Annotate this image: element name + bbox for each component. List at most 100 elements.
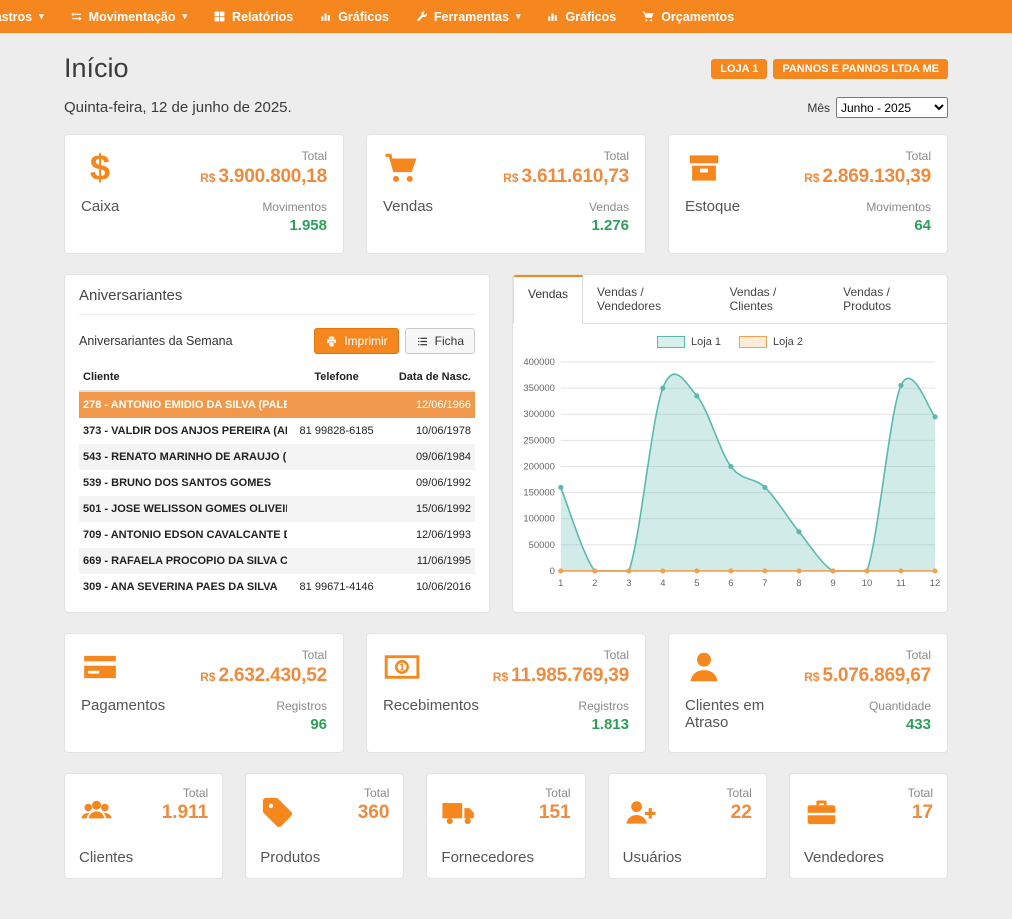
tab-vendas-vendedores[interactable]: Vendas / Vendedores bbox=[583, 275, 716, 323]
table-row[interactable]: 278 - ANTONIO EMIDIO DA SILVA (PALE…12/0… bbox=[79, 391, 475, 418]
svg-text:400000: 400000 bbox=[523, 357, 555, 368]
table-row[interactable]: 539 - BRUNO DOS SANTOS GOMES09/06/1992 bbox=[79, 470, 475, 496]
birthdays-panel: Aniversariantes Aniversariantes da Seman… bbox=[64, 274, 490, 613]
nav-item-movimentacao[interactable]: Movimentação ▾ bbox=[57, 0, 200, 33]
nav-item-label: Orçamentos bbox=[661, 10, 734, 24]
secondary-label: Registros bbox=[578, 699, 629, 713]
secondary-label: Movimentos bbox=[866, 200, 931, 214]
stat-card-label: Recebimentos bbox=[383, 697, 479, 714]
table-row[interactable]: 543 - RENATO MARINHO DE ARAUJO (F…09/06/… bbox=[79, 444, 475, 470]
cell-telefone bbox=[287, 391, 386, 418]
nav-item-label: Gráficos bbox=[338, 10, 389, 24]
cell-cliente: 669 - RAFAELA PROCOPIO DA SILVA CA… bbox=[79, 548, 287, 574]
total-label: Total bbox=[302, 648, 327, 662]
tag-icon bbox=[260, 795, 295, 830]
total-label: Total bbox=[545, 786, 570, 800]
nav-item-graficos[interactable]: Gráficos bbox=[306, 0, 402, 33]
nav-item-label: Movimentação bbox=[89, 10, 176, 24]
count-card-label: Produtos bbox=[260, 849, 389, 866]
count-card-usuarios: Total 22 Usuários bbox=[608, 773, 767, 879]
cell-data: 10/06/1978 bbox=[386, 418, 475, 444]
total-value: R$2.869.130,39 bbox=[804, 166, 931, 188]
count-value: 360 bbox=[358, 802, 390, 824]
cell-cliente: 373 - VALDIR DOS ANJOS PEREIRA (AN… bbox=[79, 418, 287, 444]
cart-icon bbox=[642, 10, 655, 23]
current-date: Quinta-feira, 12 de junho de 2025. bbox=[64, 99, 292, 116]
table-row[interactable]: 709 - ANTONIO EDSON CAVALCANTE D…12/06/1… bbox=[79, 522, 475, 548]
secondary-value: 96 bbox=[310, 716, 327, 733]
svg-text:7: 7 bbox=[762, 578, 767, 589]
svg-text:250000: 250000 bbox=[523, 435, 555, 446]
birthdays-table: Cliente Telefone Data de Nasc. 278 - ANT… bbox=[79, 364, 475, 600]
loja2-swatch bbox=[739, 336, 767, 348]
nav-item-graficos-2[interactable]: Gráficos bbox=[533, 0, 629, 33]
main-content: Início LOJA 1 PANNOS E PANNOS LTDA ME Qu… bbox=[0, 53, 1012, 919]
nav-item-label: Gráficos bbox=[565, 10, 616, 24]
tab-vendas[interactable]: Vendas bbox=[513, 275, 583, 324]
birthdays-title: Aniversariantes bbox=[79, 287, 475, 315]
svg-text:4: 4 bbox=[660, 578, 665, 589]
tab-vendas-produtos[interactable]: Vendas / Produtos bbox=[829, 275, 947, 323]
total-label: Total bbox=[906, 648, 931, 662]
secondary-label: Registros bbox=[276, 699, 327, 713]
stat-card-estoque: Estoque Total R$2.869.130,39 Movimentos … bbox=[668, 134, 948, 254]
count-card-label: Fornecedores bbox=[441, 849, 570, 866]
tab-vendas-clientes[interactable]: Vendas / Clientes bbox=[716, 275, 830, 323]
total-value: R$2.632.430,52 bbox=[200, 665, 327, 687]
stat-card-clientes-em-atraso: Clientes em Atraso Total R$5.076.869,67 … bbox=[668, 633, 948, 753]
cell-data: 15/06/1992 bbox=[386, 496, 475, 522]
secondary-label: Vendas bbox=[589, 200, 629, 214]
cell-telefone bbox=[287, 470, 386, 496]
cart-icon bbox=[383, 149, 421, 187]
table-row[interactable]: 501 - JOSE WELISSON GOMES OLIVEIR…15/06/… bbox=[79, 496, 475, 522]
stat-card-label: Caixa bbox=[81, 198, 119, 215]
secondary-value: 433 bbox=[906, 716, 931, 733]
users-icon bbox=[79, 795, 114, 830]
table-row[interactable]: 669 - RAFAELA PROCOPIO DA SILVA CA… 11/06… bbox=[79, 548, 475, 574]
chevron-down-icon: ▾ bbox=[183, 11, 188, 22]
page-title: Início bbox=[64, 53, 129, 84]
nav-item-orcamentos[interactable]: Orçamentos bbox=[629, 0, 747, 33]
count-card-vendedores: Total 17 Vendedores bbox=[789, 773, 948, 879]
month-select[interactable]: Junho - 2025 bbox=[836, 97, 948, 118]
svg-text:9: 9 bbox=[830, 578, 835, 589]
col-data-nasc: Data de Nasc. bbox=[386, 364, 475, 391]
col-telefone: Telefone bbox=[287, 364, 386, 391]
stat-card-label: Clientes em Atraso bbox=[685, 697, 804, 731]
stat-card-vendas: Vendas Total R$3.611.610,73 Vendas 1.276 bbox=[366, 134, 646, 254]
svg-text:11: 11 bbox=[896, 578, 906, 589]
legend-loja-2: Loja 2 bbox=[739, 336, 803, 348]
total-label: Total bbox=[604, 648, 629, 662]
total-value: R$3.611.610,73 bbox=[503, 166, 629, 188]
total-value: R$5.076.869,67 bbox=[804, 665, 931, 687]
total-label: Total bbox=[302, 149, 327, 163]
svg-text:100000: 100000 bbox=[523, 514, 555, 525]
bar-chart-icon bbox=[319, 10, 332, 23]
table-row[interactable]: 373 - VALDIR DOS ANJOS PEREIRA (AN…81 99… bbox=[79, 418, 475, 444]
nav-item-cadastros[interactable]: Cadastros▾ bbox=[0, 0, 57, 33]
printer-icon bbox=[325, 335, 338, 348]
count-card-fornecedores: Total 151 Fornecedores bbox=[426, 773, 585, 879]
exchange-icon bbox=[70, 10, 83, 23]
cell-telefone bbox=[287, 496, 386, 522]
truck-icon bbox=[441, 795, 476, 830]
table-row[interactable]: 309 - ANA SEVERINA PAES DA SILVA81 99671… bbox=[79, 574, 475, 600]
total-label: Total bbox=[908, 786, 933, 800]
cell-data: 11/06/1995 bbox=[386, 548, 475, 574]
total-value: R$3.900.800,18 bbox=[200, 166, 327, 188]
dollar-icon: $ bbox=[81, 149, 119, 187]
cell-telefone: 81 99828-6185 bbox=[287, 418, 386, 444]
nav-item-ferramentas[interactable]: Ferramentas▾ bbox=[402, 0, 534, 33]
nav-item-relatorios[interactable]: Relatórios bbox=[200, 0, 306, 33]
briefcase-icon bbox=[804, 795, 839, 830]
cell-cliente: 539 - BRUNO DOS SANTOS GOMES bbox=[79, 470, 287, 496]
count-card-produtos: Total 360 Produtos bbox=[245, 773, 404, 879]
print-button[interactable]: Imprimir bbox=[314, 328, 398, 354]
stat-card-label: Estoque bbox=[685, 198, 740, 215]
secondary-label: Quantidade bbox=[869, 699, 931, 713]
cell-telefone bbox=[287, 548, 386, 574]
svg-text:$: $ bbox=[90, 149, 110, 187]
svg-text:6: 6 bbox=[728, 578, 733, 589]
ficha-button[interactable]: Ficha bbox=[405, 328, 475, 354]
month-label: Mês bbox=[807, 101, 830, 115]
